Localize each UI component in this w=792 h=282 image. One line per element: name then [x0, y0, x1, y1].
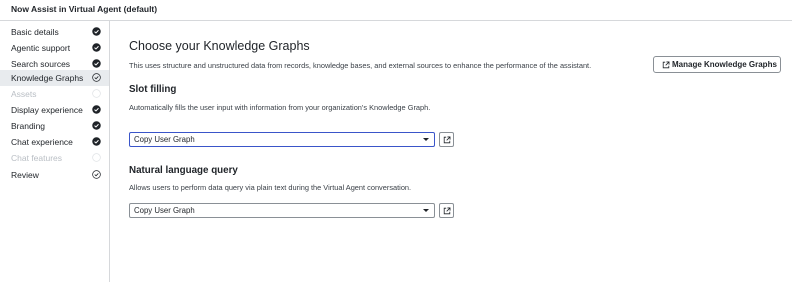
sidebar-item-label: Display experience — [11, 105, 83, 115]
sidebar-item-label: Chat features — [11, 153, 63, 163]
sidebar-item-label: Assets — [11, 89, 37, 99]
chevron-down-icon — [423, 138, 429, 141]
sidebar-item-label: Chat experience — [11, 137, 73, 147]
empty-circle-icon — [92, 89, 101, 98]
sidebar: Basic details Agentic support Search sou… — [0, 21, 110, 282]
sidebar-item-assets: Assets — [0, 86, 109, 102]
sidebar-item-label: Basic details — [11, 27, 59, 37]
slot-filling-select[interactable]: Copy User Graph — [129, 132, 435, 147]
check-circle-icon — [92, 27, 101, 36]
check-circle-icon — [92, 137, 101, 146]
chevron-down-icon — [423, 209, 429, 212]
nlq-selected-value: Copy User Graph — [134, 206, 195, 215]
check-circle-icon — [92, 105, 101, 114]
main-content: Choose your Knowledge Graphs This uses s… — [111, 21, 792, 282]
nlq-description: Allows users to perform data query via p… — [129, 183, 412, 192]
sidebar-item-label: Search sources — [11, 59, 71, 69]
slot-filling-title: Slot filling — [129, 84, 177, 95]
sidebar-item-knowledge-graphs[interactable]: Knowledge Graphs — [0, 70, 109, 86]
app-title: Now Assist in Virtual Agent (default) — [11, 4, 158, 14]
manage-button-label: Manage Knowledge Graphs — [672, 60, 777, 69]
sidebar-item-label: Review — [11, 170, 39, 180]
open-external-icon — [443, 207, 451, 215]
nlq-open-button[interactable] — [439, 203, 454, 218]
sidebar-item-label: Knowledge Graphs — [11, 73, 84, 83]
manage-knowledge-graphs-button[interactable]: Manage Knowledge Graphs — [653, 56, 781, 73]
sidebar-item-basic-details[interactable]: Basic details — [0, 24, 109, 40]
sidebar-item-chat-features: Chat features — [0, 150, 109, 166]
sidebar-item-label: Branding — [11, 121, 46, 131]
page-description: This uses structure and unstructured dat… — [129, 61, 592, 70]
sidebar-item-display-experience[interactable]: Display experience — [0, 102, 109, 118]
header-bar: Now Assist in Virtual Agent (default) — [0, 0, 792, 21]
sidebar-item-agentic-support[interactable]: Agentic support — [0, 40, 109, 56]
nlq-title: Natural language query — [129, 165, 238, 176]
empty-circle-icon — [92, 153, 101, 162]
open-external-icon — [662, 61, 670, 69]
slot-filling-open-button[interactable] — [439, 132, 454, 147]
slot-filling-selected-value: Copy User Graph — [134, 135, 195, 144]
nlq-select[interactable]: Copy User Graph — [129, 203, 435, 218]
check-circle-icon — [92, 43, 101, 52]
check-circle-icon — [92, 59, 101, 68]
progress-circle-icon — [92, 170, 101, 179]
open-external-icon — [443, 136, 451, 144]
sidebar-item-chat-experience[interactable]: Chat experience — [0, 134, 109, 150]
sidebar-item-review[interactable]: Review — [0, 167, 109, 183]
check-circle-icon — [92, 121, 101, 130]
progress-circle-icon — [92, 73, 101, 82]
sidebar-item-branding[interactable]: Branding — [0, 118, 109, 134]
page-title: Choose your Knowledge Graphs — [129, 39, 310, 53]
sidebar-item-label: Agentic support — [11, 43, 71, 53]
slot-filling-description: Automatically fills the user input with … — [129, 103, 431, 112]
